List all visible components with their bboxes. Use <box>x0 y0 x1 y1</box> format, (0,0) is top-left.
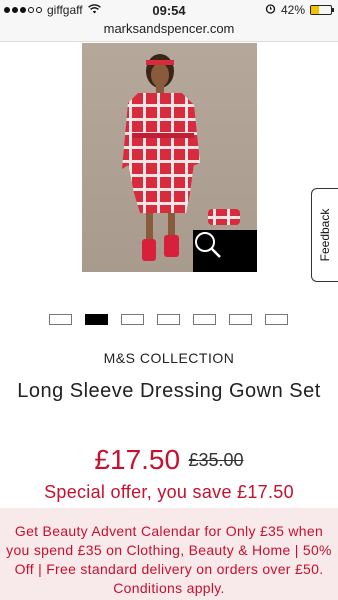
special-offer-text: Special offer, you save £17.50 <box>44 482 294 502</box>
feedback-tab[interactable]: Feedback <box>311 188 338 282</box>
product-title: Long Sleeve Dressing Gown Set <box>17 380 321 402</box>
product-brand: M&S COLLECTION <box>103 350 235 366</box>
promo-banner[interactable]: Get Beauty Advent Calendar for Only £35 … <box>0 508 338 600</box>
feedback-label: Feedback <box>318 208 332 262</box>
current-price: £17.50 <box>94 444 181 475</box>
address-bar[interactable]: marksandspencer.com <box>0 20 338 42</box>
price-row: £17.50 £35.00 <box>0 444 338 476</box>
product-image[interactable] <box>82 43 257 272</box>
carousel-dot[interactable] <box>229 314 252 325</box>
battery-fill <box>311 6 320 14</box>
carousel-dot[interactable] <box>85 314 108 325</box>
alarm-icon <box>265 3 276 17</box>
original-price: £35.00 <box>188 449 244 470</box>
image-carousel-dots <box>49 314 288 325</box>
battery-percent: 42% <box>280 3 305 17</box>
carousel-dot[interactable] <box>121 314 144 325</box>
battery-icon <box>310 5 334 15</box>
carousel-dot[interactable] <box>49 314 72 325</box>
zoom-button[interactable] <box>193 230 257 272</box>
carousel-dot[interactable] <box>193 314 216 325</box>
status-bar: giffgaff 09:54 42% <box>0 0 338 20</box>
carousel-dot[interactable] <box>157 314 180 325</box>
carousel-dot[interactable] <box>265 314 288 325</box>
